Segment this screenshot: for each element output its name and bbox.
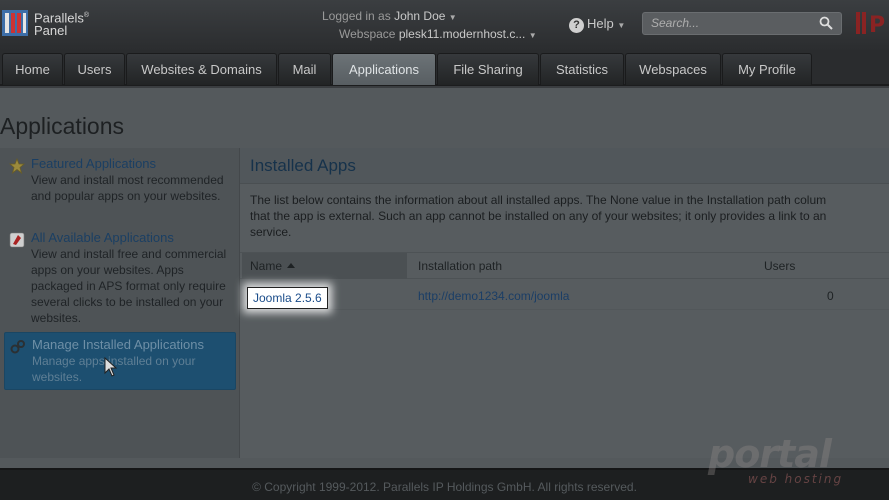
intro-line: The list below contains the information … bbox=[250, 193, 827, 207]
page-content: Applications Featured Applications View … bbox=[0, 88, 889, 468]
svg-text:P: P bbox=[869, 13, 885, 38]
portal-watermark-logo: portal web hosting bbox=[708, 432, 858, 492]
tab-my-profile[interactable]: My Profile bbox=[722, 53, 812, 85]
tab-statistics[interactable]: Statistics bbox=[540, 53, 624, 85]
search-input[interactable] bbox=[651, 16, 811, 30]
column-header-name[interactable]: Name bbox=[242, 253, 407, 279]
tab-users[interactable]: Users bbox=[64, 53, 125, 85]
user-menu[interactable]: John Doe ▼ bbox=[394, 9, 457, 23]
user-name: John Doe bbox=[394, 9, 446, 23]
chevron-down-icon: ▼ bbox=[448, 13, 457, 22]
star-icon bbox=[9, 158, 25, 174]
webspace-value: plesk11.modernhost.c... bbox=[398, 27, 526, 41]
tab-websites-domains[interactable]: Websites & Domains bbox=[126, 53, 277, 85]
search-icon[interactable] bbox=[819, 16, 833, 30]
logo-line2: Panel bbox=[34, 23, 68, 39]
tab-mail[interactable]: Mail bbox=[278, 53, 331, 85]
tab-applications[interactable]: Applications bbox=[332, 53, 436, 85]
table-row: Joomla 2.5.6 http://demo1234.com/joomla … bbox=[240, 280, 889, 310]
page-title: Applications bbox=[0, 113, 125, 139]
help-label: Help bbox=[587, 16, 614, 31]
sidebar-item-desc: Manage apps installed on your websites. bbox=[32, 354, 196, 384]
sidebar-item-title: Manage Installed Applications bbox=[32, 337, 205, 352]
chevron-down-icon: ▼ bbox=[528, 31, 537, 40]
tab-file-sharing[interactable]: File Sharing bbox=[437, 53, 539, 85]
panel-header: Installed Apps bbox=[240, 148, 889, 184]
top-header: Parallels® Panel Logged in as John Doe ▼… bbox=[0, 0, 889, 50]
column-header-users[interactable]: Users bbox=[756, 253, 856, 279]
watermark-line1: portal bbox=[708, 432, 832, 476]
tab-webspaces[interactable]: Webspaces bbox=[625, 53, 721, 85]
sidebar-item-title: Featured Applications bbox=[31, 156, 157, 171]
mouse-cursor-icon bbox=[104, 357, 118, 377]
column-header-label: Name bbox=[250, 259, 283, 273]
parallels-logo[interactable]: Parallels® Panel bbox=[2, 7, 112, 39]
tab-home[interactable]: Home bbox=[2, 53, 63, 85]
gears-icon bbox=[10, 340, 25, 354]
parallels-logo-icon bbox=[2, 10, 28, 36]
app-name-link[interactable]: Joomla 2.5.6 bbox=[247, 287, 328, 309]
search-box bbox=[642, 12, 842, 35]
sort-ascending-icon bbox=[287, 263, 296, 268]
panel-title: Installed Apps bbox=[250, 156, 356, 175]
sidebar-item-all-available[interactable]: All Available Applications View and inst… bbox=[4, 226, 236, 330]
sidebar-item-title: All Available Applications bbox=[31, 230, 174, 245]
logo-registered-mark: ® bbox=[83, 12, 90, 19]
installation-path-link[interactable]: http://demo1234.com/joomla bbox=[418, 289, 569, 303]
sidebar-item-desc: View and install free and commercial app… bbox=[31, 247, 227, 325]
main-navigation: Home Users Websites & Domains Mail Appli… bbox=[0, 50, 889, 86]
intro-text: The list below contains the information … bbox=[250, 192, 889, 240]
table-header: Name Installation path Users bbox=[240, 252, 889, 279]
webspace-selector[interactable]: plesk11.modernhost.c... ▼ bbox=[399, 27, 537, 41]
users-count: 0 bbox=[827, 289, 834, 303]
account-info: Logged in as John Doe ▼ Webspace plesk11… bbox=[322, 8, 537, 44]
sidebar: Featured Applications View and install m… bbox=[0, 148, 240, 458]
installed-apps-panel: Installed Apps The list below contains t… bbox=[240, 148, 889, 458]
sidebar-item-desc: View and install most recommended and po… bbox=[31, 173, 224, 203]
help-menu[interactable]: ? Help ▼ bbox=[569, 16, 625, 33]
chevron-down-icon: ▼ bbox=[617, 21, 626, 30]
intro-line: service. bbox=[250, 225, 292, 239]
apps-icon bbox=[9, 232, 25, 248]
logged-in-label: Logged in as bbox=[322, 9, 391, 23]
column-header-path[interactable]: Installation path bbox=[410, 253, 750, 279]
intro-line: that the app is external. Such an app ca… bbox=[250, 209, 827, 223]
sidebar-item-manage-installed[interactable]: Manage Installed Applications Manage app… bbox=[4, 332, 236, 390]
help-icon: ? bbox=[569, 18, 584, 33]
watermark-line2: web hosting bbox=[748, 472, 844, 486]
parallels-brand-icon: P bbox=[856, 12, 885, 38]
sidebar-item-featured[interactable]: Featured Applications View and install m… bbox=[4, 152, 236, 208]
webspace-label: Webspace bbox=[339, 27, 396, 41]
